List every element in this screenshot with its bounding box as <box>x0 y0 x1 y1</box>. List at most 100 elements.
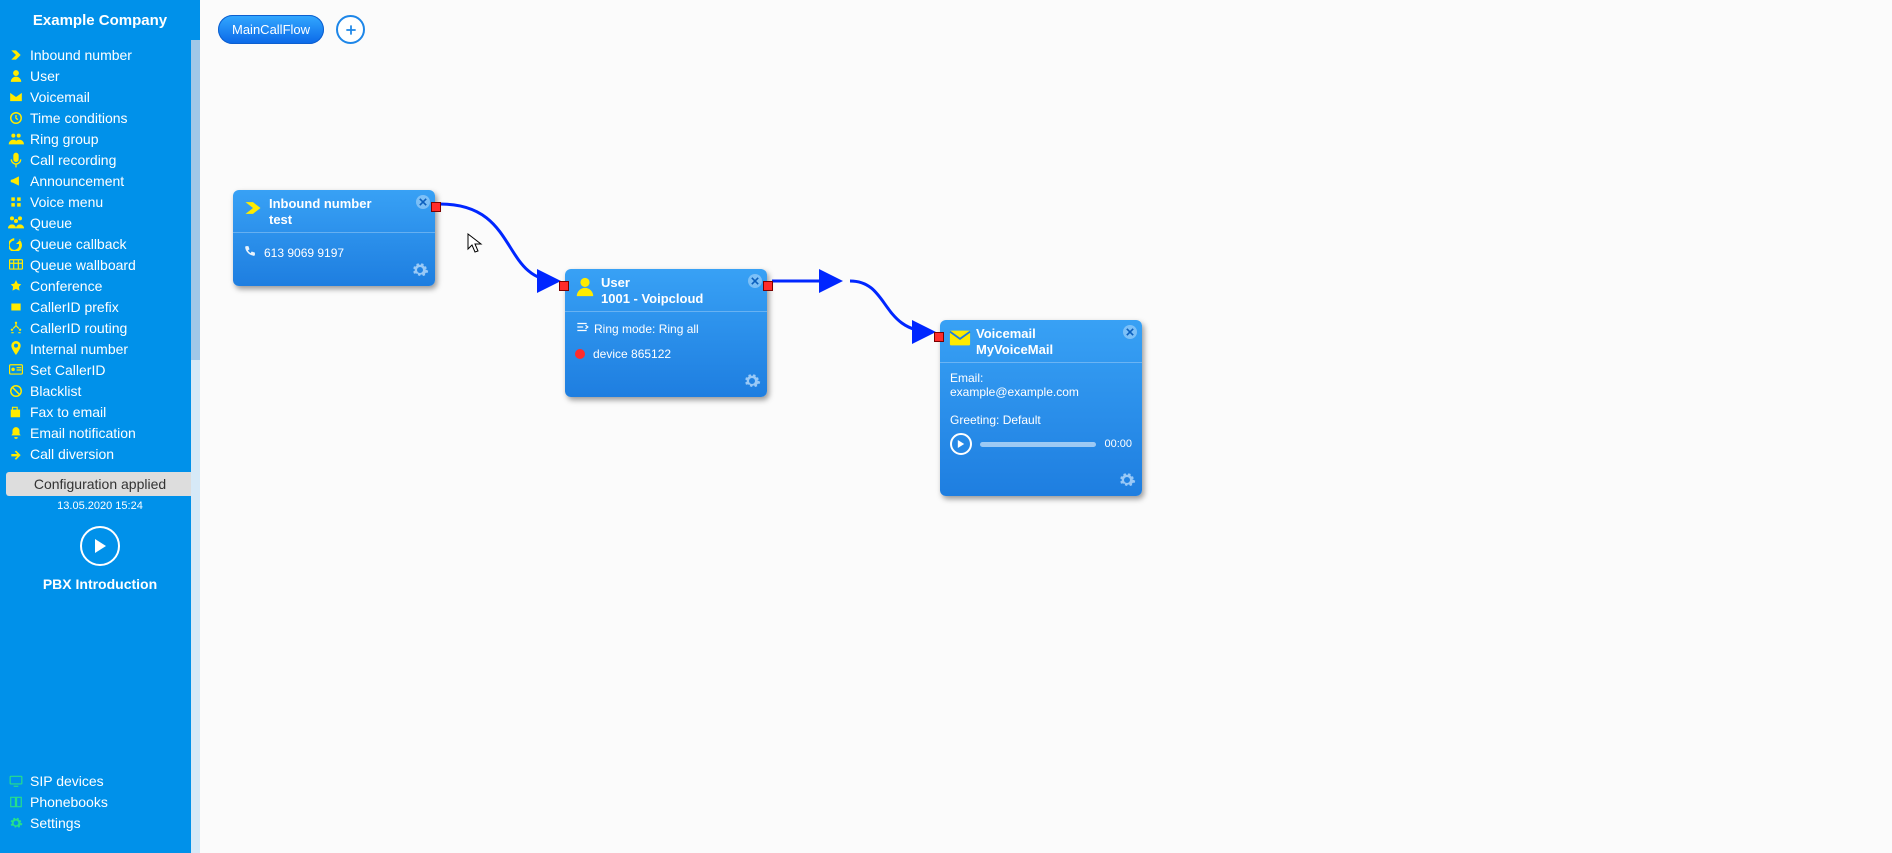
gear-icon <box>743 372 761 390</box>
book-icon <box>6 795 26 809</box>
callerid-routing-icon <box>6 321 26 335</box>
mail-icon <box>948 326 972 350</box>
node-output-socket[interactable] <box>763 281 773 291</box>
add-flow-button[interactable] <box>336 15 365 44</box>
sidebar-item-set-callerid[interactable]: Set CallerID <box>0 359 200 380</box>
plus-icon <box>344 23 358 37</box>
gear-icon <box>6 816 26 830</box>
device-label: device 865122 <box>593 347 671 361</box>
set-callerid-icon <box>6 364 26 376</box>
node-close-button[interactable] <box>1123 325 1137 339</box>
sidebar-item-label: Inbound number <box>30 47 132 63</box>
sidebar-item-announcement[interactable]: Announcement <box>0 170 200 191</box>
configuration-applied-time: 13.05.2020 15:24 <box>0 500 200 512</box>
group-icon <box>6 132 26 146</box>
voicemail-greeting-label: Greeting: <box>950 413 1003 427</box>
gear-icon <box>411 261 429 279</box>
voicemail-email-label: Email: <box>950 371 983 385</box>
device-status-dot <box>575 349 585 359</box>
sidebar-item-label: Announcement <box>30 173 124 189</box>
sidebar-item-sip-devices[interactable]: SIP devices <box>0 770 191 791</box>
wallboard-icon <box>6 259 26 271</box>
mic-icon <box>6 152 26 168</box>
node-input-socket[interactable] <box>559 281 569 291</box>
sidebar-item-voicemail[interactable]: Voicemail <box>0 86 200 107</box>
sidebar-scrollbar-thumb[interactable] <box>191 40 200 360</box>
node-close-button[interactable] <box>416 195 430 209</box>
clock-icon <box>6 111 26 125</box>
flow-tab-active[interactable]: MainCallFlow <box>218 15 324 44</box>
blacklist-icon <box>6 384 26 398</box>
voicemail-audio-time: 00:00 <box>1104 438 1132 450</box>
close-icon <box>1126 328 1134 336</box>
sidebar-scrollbar[interactable] <box>191 40 200 853</box>
sidebar-item-inbound-number[interactable]: Inbound number <box>0 44 200 65</box>
sidebar-item-callerid-routing[interactable]: CallerID routing <box>0 317 200 338</box>
play-icon <box>93 538 107 554</box>
sidebar-item-callerid-prefix[interactable]: CallerID prefix <box>0 296 200 317</box>
node-inbound-number[interactable]: Inbound number test 613 9069 9197 <box>233 190 435 286</box>
node-user[interactable]: User 1001 - Voipcloud Ring mode: Ring al… <box>565 269 767 397</box>
node-input-socket[interactable] <box>934 332 944 342</box>
menu-icon <box>6 195 26 209</box>
gear-icon <box>1118 471 1136 489</box>
sidebar-item-label: SIP devices <box>30 773 104 789</box>
sidebar-item-blacklist[interactable]: Blacklist <box>0 380 200 401</box>
sidebar-item-phonebooks[interactable]: Phonebooks <box>0 791 191 812</box>
voicemail-play-button[interactable] <box>950 433 972 455</box>
sidebar-item-call-diversion[interactable]: Call diversion <box>0 443 200 464</box>
close-icon <box>419 198 427 206</box>
sidebar-item-queue-wallboard[interactable]: Queue wallboard <box>0 254 200 275</box>
company-name: Example Company <box>0 0 200 40</box>
node-output-socket[interactable] <box>431 202 441 212</box>
sidebar-item-label: Voice menu <box>30 194 103 210</box>
sidebar-bottom-list: SIP devices Phonebooks Settings <box>0 770 191 833</box>
pbx-intro-label: PBX Introduction <box>0 576 200 592</box>
callback-icon <box>6 237 26 251</box>
sidebar-item-user[interactable]: User <box>0 65 200 86</box>
sidebar-item-label: Call recording <box>30 152 116 168</box>
sidebar-item-label: Blacklist <box>30 383 81 399</box>
sidebar-item-label: Set CallerID <box>30 362 105 378</box>
sidebar-item-label: Fax to email <box>30 404 106 420</box>
node-title: User <box>601 275 703 291</box>
sidebar-item-label: Queue wallboard <box>30 257 136 273</box>
sidebar-item-queue[interactable]: Queue <box>0 212 200 233</box>
callerid-prefix-icon <box>6 300 26 314</box>
sidebar-item-voice-menu[interactable]: Voice menu <box>0 191 200 212</box>
sidebar-item-fax-to-email[interactable]: Fax to email <box>0 401 200 422</box>
sidebar-item-label: Email notification <box>30 425 136 441</box>
sidebar-item-label: Settings <box>30 815 81 831</box>
node-voicemail[interactable]: Voicemail MyVoiceMail Email: example@exa… <box>940 320 1142 496</box>
sidebar-item-ring-group[interactable]: Ring group <box>0 128 200 149</box>
sidebar-item-conference[interactable]: Conference <box>0 275 200 296</box>
monitor-icon <box>6 775 26 787</box>
mouse-cursor <box>467 233 483 253</box>
node-subtitle: test <box>269 212 372 228</box>
sidebar-item-call-recording[interactable]: Call recording <box>0 149 200 170</box>
sidebar-item-label: Ring group <box>30 131 99 147</box>
pbx-intro-play-button[interactable] <box>80 526 120 566</box>
voicemail-audio-track[interactable] <box>980 442 1096 447</box>
sidebar-item-label: Queue callback <box>30 236 127 252</box>
ring-mode-label: Ring mode: <box>594 322 659 336</box>
sidebar-item-label: Queue <box>30 215 72 231</box>
node-close-button[interactable] <box>748 274 762 288</box>
sidebar-item-label: User <box>30 68 60 84</box>
phone-icon <box>243 245 256 261</box>
node-settings-button[interactable] <box>743 372 761 393</box>
node-subtitle: MyVoiceMail <box>976 342 1053 358</box>
sidebar-item-label: Time conditions <box>30 110 128 126</box>
node-settings-button[interactable] <box>1118 471 1136 492</box>
ring-mode-value: Ring all <box>659 322 699 336</box>
sidebar-item-email-notification[interactable]: Email notification <box>0 422 200 443</box>
ring-mode-icon <box>575 320 589 337</box>
sidebar-item-queue-callback[interactable]: Queue callback <box>0 233 200 254</box>
flow-canvas[interactable]: MainCallFlow Inbound number test <box>200 0 1892 853</box>
node-settings-button[interactable] <box>411 261 429 282</box>
configuration-applied-bar[interactable]: Configuration applied <box>6 472 194 496</box>
bell-icon <box>6 426 26 440</box>
sidebar-item-time-conditions[interactable]: Time conditions <box>0 107 200 128</box>
sidebar-item-internal-number[interactable]: Internal number <box>0 338 200 359</box>
sidebar-item-settings[interactable]: Settings <box>0 812 191 833</box>
